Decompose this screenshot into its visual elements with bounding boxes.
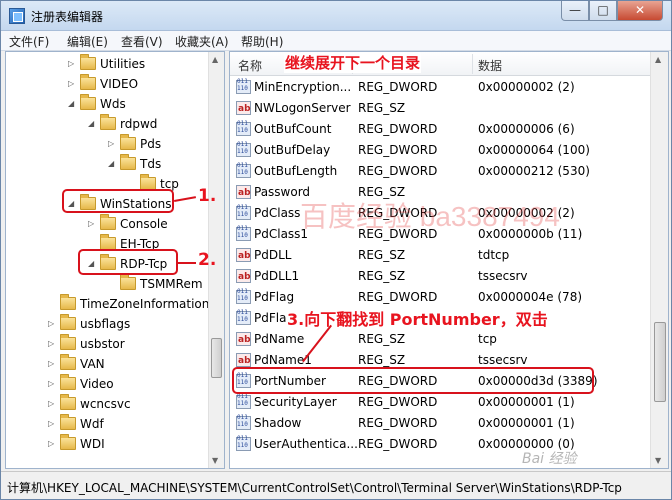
window-title: 注册表编辑器 <box>31 10 104 24</box>
scroll-up-arrow-icon[interactable]: ▲ <box>655 55 661 64</box>
scroll-thumb[interactable] <box>211 338 222 378</box>
expand-arrow-icon[interactable]: ▷ <box>48 394 58 414</box>
expand-arrow-icon[interactable]: ▷ <box>48 354 58 374</box>
folder-icon <box>60 394 76 410</box>
dword-value-icon <box>236 288 251 304</box>
expand-arrow-icon[interactable]: ▷ <box>48 434 58 454</box>
annotation-box-rdp-tcp <box>78 249 178 275</box>
folder-icon <box>60 294 76 310</box>
dword-value-icon <box>236 309 251 325</box>
registry-path: 计算机\HKEY_LOCAL_MACHINE\SYSTEM\CurrentCon… <box>7 481 622 495</box>
expand-arrow-icon[interactable]: ▷ <box>88 214 98 234</box>
annotation-step2: 2. <box>198 250 217 270</box>
folder-icon <box>80 74 96 90</box>
folder-icon <box>60 414 76 430</box>
list-row[interactable]: MinEncryption...REG_DWORD0x00000002 (2) <box>230 77 650 98</box>
menu-view[interactable]: 查看(V) <box>121 33 163 50</box>
list-row[interactable]: PdDLL1REG_SZtssecsrv <box>230 266 650 288</box>
watermark-text: 百度经验 ba3387494 <box>300 201 560 232</box>
folder-icon <box>60 374 76 390</box>
folder-icon <box>100 214 116 230</box>
expand-arrow-icon[interactable]: ▷ <box>48 334 58 354</box>
list-row[interactable]: SecurityLayerREG_DWORD0x00000001 (1) <box>230 392 650 413</box>
expand-arrow-icon[interactable]: ▷ <box>48 414 58 434</box>
dword-value-icon <box>236 204 251 220</box>
dword-value-icon <box>236 141 251 157</box>
list-vertical-scrollbar[interactable]: ▲ ▼ <box>650 52 668 468</box>
folder-open-icon <box>120 154 136 170</box>
scroll-down-arrow-icon[interactable]: ▼ <box>212 456 218 465</box>
folder-open-icon <box>100 114 116 130</box>
dword-value-icon <box>236 120 251 136</box>
annotation-line <box>178 262 196 264</box>
close-button[interactable]: ✕ <box>617 1 663 21</box>
annotation-top-note: 继续展开下一个目录 <box>284 52 422 73</box>
string-value-icon <box>236 246 251 267</box>
menu-help[interactable]: 帮助(H) <box>241 33 283 50</box>
collapse-arrow-icon[interactable]: ◢ <box>88 114 98 134</box>
folder-icon <box>60 314 76 330</box>
list-row[interactable]: NWLogonServerREG_SZ <box>230 98 650 120</box>
regedit-app-icon <box>9 8 25 24</box>
expand-arrow-icon[interactable]: ▷ <box>48 314 58 334</box>
folder-icon <box>60 354 76 370</box>
title-bar: 注册表编辑器 — □ ✕ <box>1 1 671 31</box>
annotation-step1: 1. <box>198 186 217 206</box>
baidu-jingyan-logo: Bai 经验 <box>522 451 577 467</box>
list-row[interactable]: PdFlagREG_DWORD0x0000004e (78) <box>230 287 650 308</box>
column-divider[interactable] <box>472 54 473 74</box>
string-value-icon <box>236 99 251 120</box>
folder-open-icon <box>80 94 96 110</box>
column-header-name[interactable]: 名称 <box>238 57 262 74</box>
list-row[interactable]: UserAuthentica...REG_DWORD0x00000000 (0) <box>230 434 650 455</box>
column-header-data[interactable]: 数据 <box>478 57 502 74</box>
minimize-button[interactable]: — <box>561 1 589 21</box>
dword-value-icon <box>236 435 251 451</box>
collapse-arrow-icon[interactable]: ◢ <box>108 154 118 174</box>
scroll-down-arrow-icon[interactable]: ▼ <box>655 456 661 465</box>
expand-arrow-icon[interactable]: ▷ <box>68 54 78 74</box>
folder-icon <box>120 274 136 290</box>
string-value-icon <box>236 351 251 372</box>
scroll-thumb[interactable] <box>654 322 666 402</box>
annotation-box-winstations <box>62 189 174 213</box>
maximize-button[interactable]: □ <box>589 1 617 21</box>
string-value-icon <box>236 183 251 204</box>
scroll-up-arrow-icon[interactable]: ▲ <box>212 55 218 64</box>
status-bar: 计算机\HKEY_LOCAL_MACHINE\SYSTEM\CurrentCon… <box>1 471 671 499</box>
menu-edit[interactable]: 编辑(E) <box>67 33 108 50</box>
list-row[interactable]: OutBufDelayREG_DWORD0x00000064 (100) <box>230 140 650 161</box>
expand-arrow-icon[interactable]: ▷ <box>68 74 78 94</box>
menu-favorites[interactable]: 收藏夹(A) <box>175 33 229 50</box>
dword-value-icon <box>236 393 251 409</box>
list-row[interactable]: PdNameREG_SZtcp <box>230 329 650 351</box>
annotation-step3: 3.向下翻找到 PortNumber，双击 <box>286 306 549 330</box>
dword-value-icon <box>236 162 251 178</box>
string-value-icon <box>236 330 251 351</box>
dword-value-icon <box>236 414 251 430</box>
dword-value-icon <box>236 225 251 241</box>
list-row[interactable]: PdDLLREG_SZtdtcp <box>230 245 650 267</box>
expand-arrow-icon[interactable]: ▷ <box>48 374 58 394</box>
values-list-pane[interactable]: 名称 类型 数据 MinEncryption...REG_DWORD0x0000… <box>229 51 669 469</box>
dword-value-icon <box>236 78 251 94</box>
expand-arrow-icon[interactable]: ▷ <box>108 134 118 154</box>
string-value-icon <box>236 267 251 288</box>
folder-icon <box>60 334 76 350</box>
collapse-arrow-icon[interactable]: ◢ <box>68 94 78 114</box>
folder-icon <box>120 134 136 150</box>
annotation-box-portnumber <box>232 367 594 394</box>
folder-icon <box>60 434 76 450</box>
list-row[interactable]: ShadowREG_DWORD0x00000001 (1) <box>230 413 650 434</box>
folder-icon <box>80 54 96 70</box>
menu-file[interactable]: 文件(F) <box>9 33 49 50</box>
list-row[interactable]: OutBufCountREG_DWORD0x00000006 (6) <box>230 119 650 140</box>
list-row[interactable]: OutBufLengthREG_DWORD0x00000212 (530) <box>230 161 650 182</box>
menu-bar: 文件(F) 编辑(E) 查看(V) 收藏夹(A) 帮助(H) <box>1 31 671 51</box>
